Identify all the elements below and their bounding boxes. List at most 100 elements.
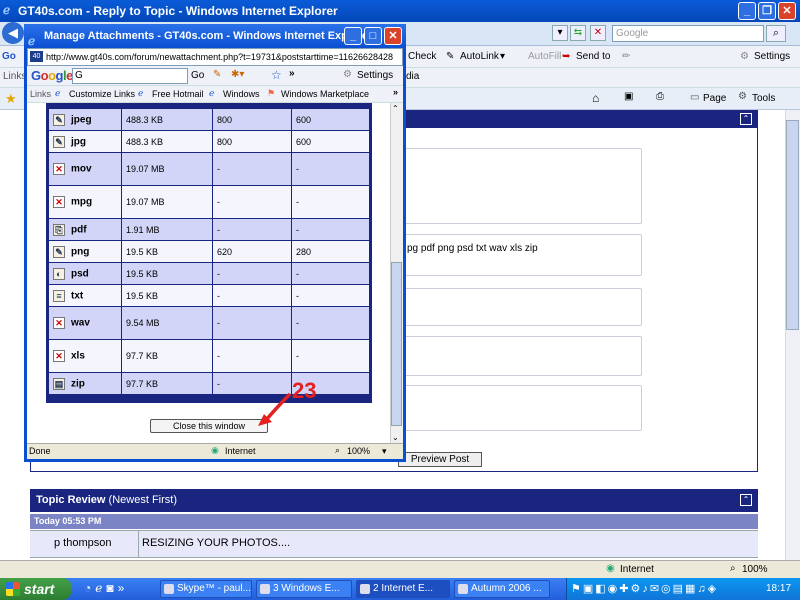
popup-maximize-button[interactable]: □ bbox=[364, 27, 382, 45]
chevron-down-icon: ▾ bbox=[500, 51, 506, 62]
missing-file-icon: ✕ bbox=[53, 317, 65, 329]
review-post-text: RESIZING YOUR PHOTOS.... bbox=[142, 537, 291, 549]
search-icon[interactable]: ⌕ bbox=[766, 25, 786, 42]
print-icon[interactable]: ⎙ bbox=[656, 91, 664, 102]
stop-icon[interactable]: ✕ bbox=[590, 25, 606, 41]
popup-address-bar[interactable]: 40 http://www.gt40s.com/forum/newattachm… bbox=[27, 48, 403, 66]
main-zoom-level[interactable]: 100% bbox=[742, 564, 768, 575]
start-button[interactable]: start bbox=[0, 578, 72, 600]
attachment-extension: xls bbox=[71, 350, 85, 362]
star-icon[interactable]: ☆ bbox=[271, 68, 282, 82]
task-autumn-2006[interactable]: Autumn 2006 ... bbox=[454, 580, 550, 598]
ie-logo-icon: ℯ bbox=[3, 3, 11, 17]
attachment-size: 97.7 KB bbox=[122, 373, 212, 394]
task-internet-explorer[interactable]: 2 Internet E... bbox=[356, 580, 450, 598]
popup-zoom-level[interactable]: 100% bbox=[347, 446, 370, 456]
missing-file-icon: ✕ bbox=[53, 196, 65, 208]
attachment-type-cell: ▤ zip bbox=[49, 373, 121, 394]
chevron-down-icon[interactable]: ▾ bbox=[382, 446, 387, 457]
popup-google-search-input[interactable]: G bbox=[72, 68, 188, 84]
refresh-icon[interactable]: ⇆ bbox=[570, 25, 586, 41]
favorites-star-icon[interactable]: ★ bbox=[5, 91, 17, 107]
link-windows-marketplace[interactable]: Windows Marketplace bbox=[281, 89, 369, 99]
form-field-box[interactable] bbox=[398, 148, 642, 224]
scroll-up-icon[interactable]: ⌃ bbox=[392, 104, 399, 113]
preview-post-button[interactable]: Preview Post bbox=[398, 452, 482, 467]
close-window-button[interactable]: ✕ bbox=[778, 2, 796, 20]
popup-close-button[interactable]: ✕ bbox=[384, 27, 402, 45]
restore-button[interactable]: ❐ bbox=[758, 2, 776, 20]
address-dropdown-icon[interactable]: ▾ bbox=[552, 25, 568, 41]
skype-icon bbox=[164, 584, 174, 594]
link-page-icon: ℯ bbox=[55, 88, 61, 98]
quick-launch-icons[interactable]: ◔ℯ◙» bbox=[84, 581, 128, 595]
page-menu[interactable]: Page bbox=[703, 93, 726, 104]
popup-go-label[interactable]: Go bbox=[191, 70, 204, 81]
home-icon[interactable]: ⌂ bbox=[592, 91, 599, 105]
tools-gear-icon: ⚙ bbox=[738, 91, 747, 102]
task-autumn-2006-label: Autumn 2006 ... bbox=[471, 583, 542, 594]
attachment-size: 1.91 MB bbox=[122, 219, 212, 240]
attachment-width: - bbox=[213, 285, 291, 306]
attachment-row: ◐ psd 19.5 KB - - bbox=[49, 263, 369, 284]
popup-titlebar[interactable]: ℯ Manage Attachments - GT40s.com - Windo… bbox=[24, 24, 406, 48]
popup-settings-button[interactable]: Settings bbox=[357, 70, 393, 81]
attachment-width: - bbox=[213, 340, 291, 372]
puzzle-icon[interactable]: ✱▾ bbox=[231, 69, 244, 80]
attachment-row: ✎ png 19.5 KB 620 280 bbox=[49, 241, 369, 262]
start-label: start bbox=[24, 581, 55, 597]
feeds-icon[interactable]: ▣ bbox=[624, 91, 633, 102]
psd-icon: ◐ bbox=[53, 267, 65, 280]
attachment-row: ✎ jpg 488.3 KB 800 600 bbox=[49, 131, 369, 152]
toolbar-send-to[interactable]: Send to bbox=[576, 51, 610, 62]
tools-menu[interactable]: Tools bbox=[752, 93, 775, 104]
review-post-author[interactable]: p thompson bbox=[54, 537, 111, 549]
link-free-hotmail[interactable]: Free Hotmail bbox=[152, 89, 204, 99]
link-customize-links[interactable]: Customize Links bbox=[69, 89, 135, 99]
toolbar-autolink[interactable]: AutoLink bbox=[460, 51, 499, 62]
image-icon: ✎ bbox=[53, 135, 65, 148]
image-icon: ✎ bbox=[53, 245, 65, 258]
bookmark-icon[interactable]: ✎ bbox=[213, 69, 221, 80]
attachment-row: ✕ mov 19.07 MB - - bbox=[49, 153, 369, 185]
form-field-box[interactable] bbox=[398, 385, 642, 431]
attachment-height: 600 bbox=[292, 131, 369, 152]
main-scrollbar-thumb[interactable] bbox=[786, 120, 799, 330]
main-window-titlebar[interactable]: ℯ GT40s.com - Reply to Topic - Windows I… bbox=[0, 0, 800, 22]
more-chevron-icon[interactable]: » bbox=[289, 68, 295, 79]
toolbar-check[interactable]: Check bbox=[408, 51, 436, 62]
attachment-type-cell: ✎ png bbox=[49, 241, 121, 262]
toolbar-autofill[interactable]: AutoFill bbox=[528, 51, 561, 62]
attachment-extension: wav bbox=[71, 317, 90, 329]
attachment-row: ≡ txt 19.5 KB - - bbox=[49, 285, 369, 306]
collapse-icon[interactable]: ⌃ bbox=[740, 494, 752, 506]
toolbar-settings[interactable]: Settings bbox=[754, 51, 790, 62]
more-chevron-icon[interactable]: » bbox=[393, 87, 398, 97]
close-this-window-button[interactable]: Close this window bbox=[150, 419, 268, 433]
link-windows[interactable]: Windows bbox=[223, 89, 260, 99]
links-partial-text: dia bbox=[406, 71, 420, 82]
form-field-box[interactable] bbox=[398, 336, 642, 376]
links-label: Links bbox=[3, 71, 27, 82]
tray-icons[interactable]: ⚑▣◧◉✚⚙♪✉◎▤▦♫◈ bbox=[571, 582, 718, 595]
attachment-type-cell: ⎘ pdf bbox=[49, 219, 121, 240]
cell-divider bbox=[138, 531, 139, 557]
attachment-type-cell: ✎ jpg bbox=[49, 131, 121, 152]
minimize-button[interactable]: _ bbox=[738, 2, 756, 20]
scroll-down-icon[interactable]: ⌄ bbox=[392, 433, 399, 442]
back-button[interactable]: ◀ bbox=[2, 22, 24, 44]
popup-scrollbar-thumb[interactable] bbox=[391, 262, 402, 426]
document-icon bbox=[458, 584, 468, 594]
main-window-title: GT40s.com - Reply to Topic - Windows Int… bbox=[18, 4, 338, 18]
attachment-extension: txt bbox=[71, 290, 84, 302]
task-windows-explorer[interactable]: 3 Windows E... bbox=[256, 580, 352, 598]
popup-minimize-button[interactable]: _ bbox=[344, 27, 362, 45]
main-search-input[interactable]: Google bbox=[612, 25, 764, 42]
collapse-icon[interactable]: ⌃ bbox=[740, 113, 752, 125]
task-windows-explorer-label: 3 Windows E... bbox=[273, 583, 340, 594]
attachment-extension: png bbox=[71, 246, 90, 258]
attachment-size: 19.5 KB bbox=[122, 241, 212, 262]
form-field-box[interactable] bbox=[398, 288, 642, 326]
task-skype[interactable]: Skype™ - paul... bbox=[160, 580, 252, 598]
taskbar-clock[interactable]: 18:17 bbox=[766, 583, 791, 594]
